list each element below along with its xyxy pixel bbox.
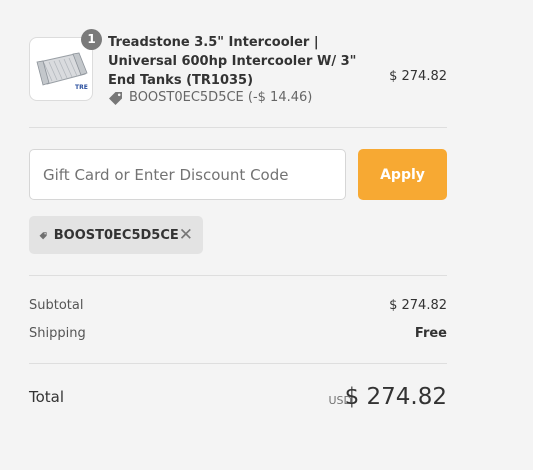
applied-discount-tag: BOOST0EC5D5CE ✕ <box>29 216 203 254</box>
line-item: TRE 1 Treadstone 3.5" Intercooler | Univ… <box>29 29 447 107</box>
subtotal-value: $ 274.82 <box>389 298 447 313</box>
product-discount: BOOST0EC5D5CE (-$ 14.46) <box>108 89 312 107</box>
shipping-label: Shipping <box>29 326 86 341</box>
total-label: Total <box>29 388 65 406</box>
total-amount: $ 274.82 <box>344 384 447 410</box>
close-icon[interactable]: ✕ <box>179 226 193 244</box>
product-name: Treadstone 3.5" Intercooler | Universal … <box>108 35 357 88</box>
divider <box>29 127 447 128</box>
divider <box>29 275 447 276</box>
subtotal-label: Subtotal <box>29 298 84 313</box>
tag-icon <box>39 231 47 239</box>
discount-code-input[interactable] <box>29 149 346 200</box>
shipping-row: Shipping Free <box>29 326 447 341</box>
subtotal-row: Subtotal $ 274.82 <box>29 298 447 313</box>
applied-code-text: BOOST0EC5D5CE <box>53 227 179 243</box>
product-discount-text: BOOST0EC5D5CE (-$ 14.46) <box>129 90 313 105</box>
divider <box>29 363 447 364</box>
apply-button[interactable]: Apply <box>358 149 447 200</box>
intercooler-image: TRE <box>36 52 88 90</box>
tag-icon <box>109 92 122 105</box>
brand-logo: TRE <box>75 84 88 90</box>
quantity-badge: 1 <box>81 29 102 50</box>
product-thumbnail: TRE 1 <box>29 29 102 101</box>
product-price: $ 274.82 <box>389 69 447 84</box>
shipping-value: Free <box>414 326 447 341</box>
